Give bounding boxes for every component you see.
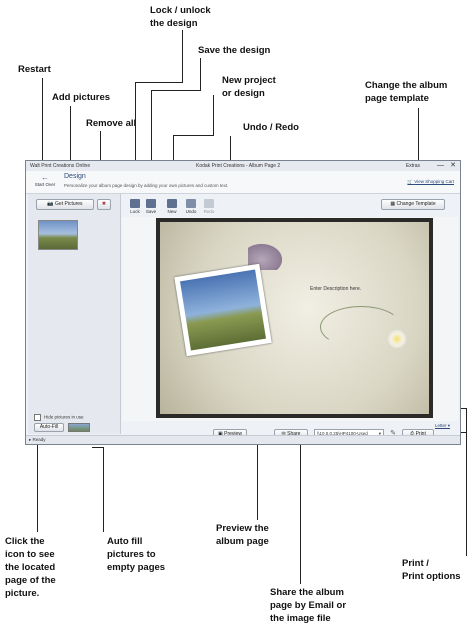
pointer-undo [230,136,232,161]
annotation-add-pictures: Add pictures [52,92,111,103]
shopping-cart-link[interactable]: 🛒 View Shopping Cart [407,179,454,185]
extras-menu[interactable]: Extras [406,161,420,171]
pointer-auto-fill [103,447,105,532]
status-text: Ready [32,437,46,442]
checkbox-box [34,414,41,421]
remove-all-icon: ✖ [101,201,107,207]
description-text[interactable]: Enter Description here. [310,286,361,292]
pointer-print [466,408,468,556]
save-icon [146,199,156,208]
save-button[interactable]: Save [144,199,158,215]
window-title: Kodak Print Creations - Album Page 2 [196,163,281,169]
annotation-new-project: New project or design [222,75,276,99]
get-pictures-label: Get Pictures [55,201,83,207]
pointer-new [213,95,215,135]
undo-button[interactable]: Undo [184,199,198,215]
close-button[interactable]: ✕ [450,161,456,171]
paper-size-link[interactable]: Letter ▾ [435,423,450,429]
pointer-auto-fill-h [92,447,104,449]
annotation-save: Save the design [198,45,271,56]
lock-icon [130,199,140,208]
giraffe-photo [179,269,267,351]
annotation-preview: Preview the album page [216,523,269,547]
album-page-background: Enter Description here. [160,222,429,414]
pictures-panel: 📷 Get Pictures ✖ Hide pictures in use Au… [28,194,121,434]
minimize-button[interactable]: — [437,161,444,171]
album-page[interactable]: Enter Description here. [156,218,433,418]
lock-label: Lock [130,209,140,214]
start-over-label: Start Over [34,182,56,187]
add-pictures-icon: 📷 [47,201,54,207]
undo-label: Undo [185,209,197,214]
start-over-button[interactable]: ← Start Over [32,173,58,191]
pointer-save-h [151,90,201,92]
redo-icon [204,199,214,208]
hide-pictures-label: Hide pictures in use [44,414,84,420]
annotation-lock: Lock / unlock the design [150,5,211,29]
annotation-undo-redo: Undo / Redo [243,122,299,133]
redo-label: Redo [203,209,215,214]
template-icon: ▦ [390,201,396,207]
app-title: Walt Print Creations Online [30,163,91,169]
status-arrow-icon: ▸ [29,437,32,442]
annotation-remove-all: Remove all [86,118,137,129]
letter-label: Letter [434,423,447,428]
change-template-button[interactable]: ▦ Change Template [381,199,445,210]
pointer-preview [257,440,259,520]
annotation-print: Print / Print options [402,558,461,582]
new-icon [167,199,177,208]
photo-frame[interactable] [174,263,272,357]
auto-fill-pictures-icon[interactable] [68,423,90,432]
save-label: Save [145,209,157,214]
change-template-label: Change Template [396,201,436,207]
back-arrow-icon: ← [41,173,49,182]
pointer-new-h [173,135,214,137]
auto-fill-button[interactable]: Auto-Fill [34,423,64,432]
redo-button[interactable]: Redo [202,199,216,215]
swirl-decoration [320,306,402,348]
status-bar: ▸ Ready [26,435,460,444]
annotation-share: Share the album page by Email or the imag… [270,587,347,624]
get-pictures-button[interactable]: 📷 Get Pictures [36,199,94,210]
picture-thumbnail[interactable] [38,220,78,250]
app-window: Walt Print Creations Online Kodak Print … [25,160,461,445]
remove-all-button[interactable]: ✖ [97,199,111,210]
lock-button[interactable]: Lock [128,199,142,215]
undo-icon [186,199,196,208]
annotation-change-template: Change the album page template [365,80,448,104]
annotation-auto-fill: Auto fill pictures to empty pages [107,536,166,573]
pointer-share [300,440,302,584]
new-button[interactable]: New [165,199,179,215]
cart-label: View Shopping Cart [414,179,454,184]
new-label: New [167,209,177,214]
page-title: Design [64,173,86,180]
cart-icon: 🛒 [407,179,414,184]
hide-pictures-checkbox[interactable]: Hide pictures in use [34,414,84,421]
page-subtitle: Personalize your album page design by ad… [64,183,229,188]
pointer-lock [182,30,184,82]
annotation-click-icon: Click the icon to see the located page of … [5,536,56,599]
pointer-lock-h [135,82,183,84]
header-bar: ← Start Over Design Personalize your alb… [26,171,460,194]
annotation-restart: Restart [18,64,51,75]
pointer-save [200,58,202,90]
